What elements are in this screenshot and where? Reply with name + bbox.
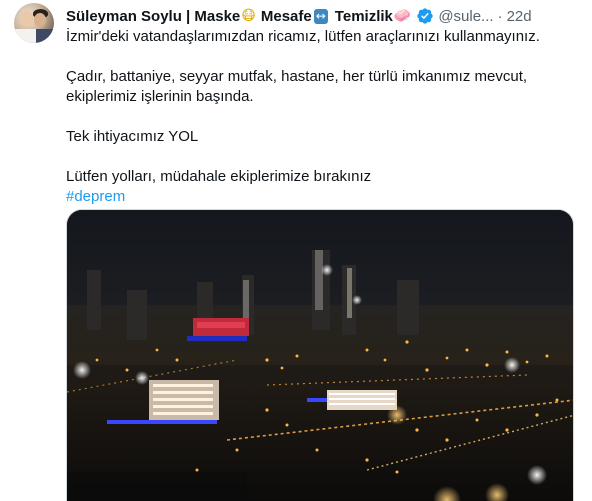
- verified-badge-icon: [417, 8, 433, 24]
- tweet-line-1: İzmir'deki vatandaşlarımızdan ricamız, l…: [66, 28, 540, 45]
- author-name[interactable]: Süleyman Soylu | Maske: [66, 8, 240, 25]
- separator-dot: ·: [497, 7, 503, 25]
- author-avatar[interactable]: [14, 3, 54, 43]
- tweet-line-2: Çadır, battaniye, seyyar mutfak, hastane…: [66, 68, 528, 85]
- soap-emoji-icon: 🧼: [393, 8, 412, 24]
- tweet-text: İzmir'deki vatandaşlarımızdan ricamız, l…: [66, 27, 576, 207]
- tweet-video[interactable]: [66, 209, 574, 501]
- tweet[interactable]: Süleyman Soylu | Maske 😷 Mesafe ↔ Temizl…: [0, 0, 592, 501]
- author-handle[interactable]: @sule...: [438, 8, 493, 25]
- tweet-line-4: Tek ihtiyacımız YOL: [66, 128, 199, 145]
- tweet-line-3: ekiplerimiz işlerinin başında.: [66, 88, 254, 105]
- avatar-shirt-right: [36, 29, 54, 43]
- hashtag-link[interactable]: #deprem: [66, 188, 125, 205]
- tweet-timestamp[interactable]: 22d: [507, 8, 532, 25]
- author-name-mesafe[interactable]: Mesafe: [261, 8, 312, 25]
- night-city-video-frame: [67, 210, 573, 501]
- avatar-face-left: [20, 11, 34, 27]
- tweet-line-5: Lütfen yolları, müdahale ekiplerimize bı…: [66, 168, 372, 185]
- tweet-header: Süleyman Soylu | Maske 😷 Mesafe ↔ Temizl…: [66, 5, 532, 27]
- mask-emoji-icon: 😷: [241, 8, 256, 24]
- author-name-temizlik[interactable]: Temizlik: [335, 8, 393, 25]
- left-right-arrow-emoji-icon: ↔: [313, 8, 328, 24]
- avatar-face-right: [34, 13, 46, 27]
